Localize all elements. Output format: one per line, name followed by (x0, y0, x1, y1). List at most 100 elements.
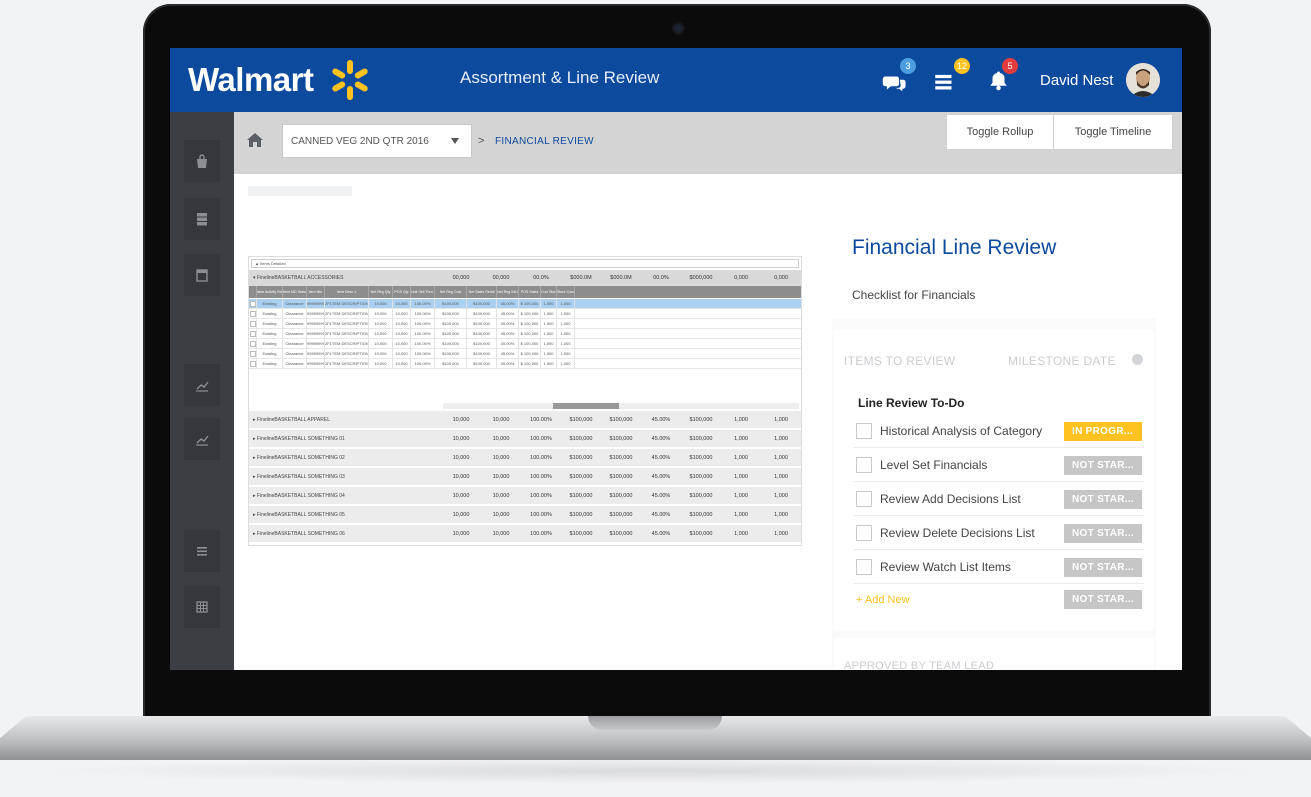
scrollbar-thumb[interactable] (553, 403, 619, 409)
rail-button-server[interactable] (184, 198, 220, 240)
todo-checkbox[interactable] (856, 559, 872, 575)
group-row[interactable]: ▸ FinelineBASKETBALL SOMETHING 02 10,000 1… (249, 449, 801, 467)
column-header[interactable]: POS Qty (393, 286, 411, 298)
column-header[interactable]: Net Reg IMU (497, 286, 519, 298)
table-cell: Clearance (283, 309, 307, 319)
table-cell: $100,000 (467, 329, 497, 339)
table-row[interactable]: ExistingClearance9999999992F1TEM DESCRIP… (249, 329, 801, 339)
group-row[interactable]: ▸ FinelineBASKETBALL SOMETHING 04 10,000 1… (249, 487, 801, 505)
group-row[interactable]: ▸ FinelineBASKETBALL SOMETHING 05 10,000 1… (249, 506, 801, 524)
row-checkbox[interactable] (249, 351, 256, 357)
milestone-date-heading: MILESTONE DATE (1008, 354, 1116, 368)
group-value: 10,000 (492, 473, 510, 480)
rail-button-list[interactable] (184, 530, 220, 572)
row-checkbox[interactable] (249, 331, 256, 337)
group-value: 10,000 (452, 435, 470, 442)
column-header[interactable]: Net Sales Retail (467, 286, 497, 298)
home-icon[interactable] (246, 132, 264, 148)
column-header[interactable]: Curr Store (541, 286, 557, 298)
walmart-logo[interactable]: Walmart (188, 61, 314, 99)
grid-column-header: Item Activity StatusItem MD StatusItem N… (249, 286, 801, 298)
row-checkbox-cell[interactable] (249, 359, 257, 369)
table-cell: $100,000 (435, 349, 467, 359)
row-checkbox[interactable] (249, 341, 256, 347)
group-value: 10,000 (492, 454, 510, 461)
rail-button-bag[interactable] (184, 140, 220, 182)
category-dropdown[interactable]: CANNED VEG 2ND QTR 2016 (282, 124, 472, 158)
alerts-button[interactable]: 5 (988, 58, 1020, 96)
todo-item[interactable]: Level Set Financials NOT STAR... (854, 448, 1144, 482)
column-header[interactable]: Net Reg Qty (369, 286, 393, 298)
table-cell: 10,000 (369, 359, 393, 369)
messages-button[interactable]: 3 (882, 58, 916, 96)
rail-button-calendar[interactable] (184, 254, 220, 296)
column-header[interactable]: Item Nbr (307, 286, 325, 298)
column-header[interactable]: Item MD Status (283, 286, 307, 298)
avatar[interactable] (1126, 63, 1160, 97)
table-row[interactable]: ExistingClearance9999999992F1TEM DESCRIP… (249, 339, 801, 349)
table-cell: 2F1TEM DESCRIPTION (325, 329, 369, 339)
group-value: $100,000 (689, 435, 713, 442)
table-cell: Existing (257, 329, 283, 339)
todo-checkbox[interactable] (856, 423, 872, 439)
table-cell: Existing (257, 299, 283, 309)
todo-item[interactable]: Historical Analysis of Category IN PROGR.… (854, 414, 1144, 448)
column-header[interactable]: Net Reg Cost (435, 286, 467, 298)
todo-item[interactable]: Review Watch List Items NOT STAR... (854, 550, 1144, 584)
table-row[interactable]: ExistingClearance9999999992F1TEM DESCRIP… (249, 349, 801, 359)
column-header[interactable]: Store Count (557, 286, 575, 298)
chat-bubbles-icon (882, 76, 906, 92)
user-name[interactable]: David Nest (1040, 72, 1113, 89)
rail-button-table[interactable] (184, 586, 220, 628)
table-row[interactable]: ExistingClearance9999999992F1TEM DESCRIP… (249, 319, 801, 329)
row-checkbox-cell[interactable] (249, 329, 257, 339)
tasks-button[interactable]: 12 (932, 58, 970, 96)
table-row[interactable]: ExistingClearance9999999992F1TEM DESCRIP… (249, 309, 801, 319)
table-cell: 1,000 (557, 319, 575, 329)
table-cell: 10,000 (369, 329, 393, 339)
table-row[interactable]: ExistingClearance9999999992F1TEM DESCRIP… (249, 359, 801, 369)
todo-checkbox[interactable] (856, 491, 872, 507)
select-all-checkbox[interactable] (249, 286, 257, 298)
row-checkbox[interactable] (249, 311, 256, 317)
todo-checkbox[interactable] (856, 457, 872, 473)
row-checkbox-cell[interactable] (249, 339, 257, 349)
todo-item[interactable]: Review Add Decisions List NOT STAR... (854, 482, 1144, 516)
column-header[interactable]: Item Activity Status (257, 286, 283, 298)
laptop-hinge-notch (588, 716, 722, 730)
table-cell: 2F1TEM DESCRIPTION (325, 349, 369, 359)
add-new-status-badge: NOT STAR... (1064, 590, 1142, 609)
rail-button-trend-1[interactable] (184, 364, 220, 406)
toggle-timeline-button[interactable]: Toggle Timeline (1053, 114, 1173, 150)
grid-filter-bar[interactable]: ▲ Items Detailed (251, 259, 799, 268)
column-header[interactable]: Item Desc 1 (325, 286, 369, 298)
row-checkbox-cell[interactable] (249, 299, 257, 309)
group-row[interactable]: ▸ FinelineBASKETBALL SOMETHING 06 10,000 1… (249, 525, 801, 543)
group-row[interactable]: ▸ FinelineBASKETBALL SOMETHING 03 10,000 1… (249, 468, 801, 486)
group-value: $100,000 (569, 492, 593, 499)
row-checkbox[interactable] (249, 321, 256, 327)
group-value: 10,000 (492, 435, 510, 442)
table-row[interactable]: ExistingClearance9999999992F1TEM DESCRIP… (249, 299, 801, 309)
row-checkbox[interactable] (249, 361, 256, 367)
column-header[interactable]: POS Sales (519, 286, 541, 298)
row-checkbox-cell[interactable] (249, 319, 257, 329)
rail-button-trend-2[interactable] (184, 418, 220, 460)
todo-item[interactable]: Review Delete Decisions List NOT STAR... (854, 516, 1144, 550)
add-new-link[interactable]: + Add New (856, 594, 910, 606)
grid-group-header[interactable]: ▾ FinelineBASKETBALL ACCESSORIES 00,000 … (249, 270, 801, 286)
group-row[interactable]: ▸ FinelineBASKETBALL APPAREL 10,000 10,000… (249, 411, 801, 429)
todo-checkbox[interactable] (856, 525, 872, 541)
column-header[interactable]: Unit Sell Thru % (411, 286, 435, 298)
row-checkbox-cell[interactable] (249, 349, 257, 359)
toggle-rollup-button[interactable]: Toggle Rollup (946, 114, 1054, 150)
row-checkbox-cell[interactable] (249, 309, 257, 319)
row-checkbox[interactable] (249, 301, 256, 307)
group-name: ▾ FinelineBASKETBALL ACCESSORIES (253, 275, 344, 281)
grid-horizontal-scrollbar[interactable] (443, 403, 799, 409)
table-cell: 1,000 (541, 349, 557, 359)
table-cell: 999999999 (307, 329, 325, 339)
collapse-circle-icon[interactable] (1132, 354, 1143, 365)
group-row[interactable]: ▸ FinelineBASKETBALL SOMETHING 01 10,000 1… (249, 430, 801, 448)
todo-label: Review Delete Decisions List (880, 526, 1035, 540)
